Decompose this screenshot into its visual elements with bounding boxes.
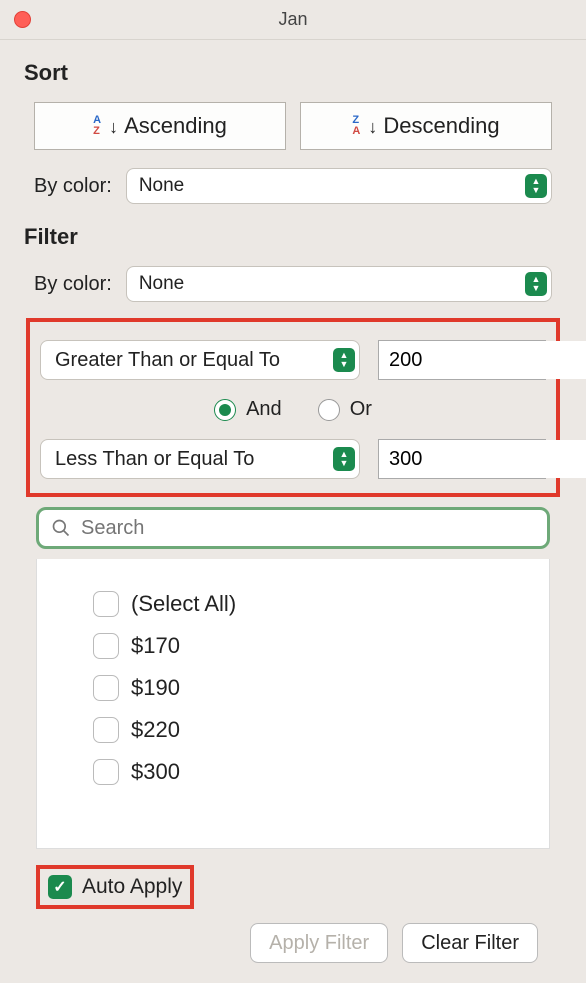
checkbox[interactable] (93, 633, 119, 659)
list-item-label: (Select All) (131, 591, 236, 617)
search-field[interactable] (36, 507, 550, 549)
filter-by-color-label: By color: (34, 273, 112, 296)
auto-apply-checkbox[interactable]: ✓ (48, 875, 72, 899)
sort-asc-label: Ascending (124, 113, 227, 139)
sort-heading: Sort (24, 60, 562, 86)
search-input[interactable] (81, 517, 535, 540)
logic-or-radio[interactable]: Or (318, 398, 372, 421)
filter-by-color-select[interactable]: None ▲▼ (126, 266, 552, 302)
chevron-up-down-icon: ▲▼ (333, 348, 355, 372)
filter-heading: Filter (24, 224, 562, 250)
list-item-label: $170 (131, 633, 180, 659)
logic-and-radio[interactable]: And (214, 398, 282, 421)
list-item[interactable]: $170 (93, 625, 535, 667)
apply-filter-button[interactable]: Apply Filter (250, 923, 388, 963)
filter-by-color-value: None (139, 273, 184, 295)
az-down-icon: AZ (93, 115, 101, 137)
criteria-value-2-combo[interactable]: ▼ (378, 439, 546, 479)
sort-by-color-label: By color: (34, 175, 112, 198)
titlebar: Jan (0, 0, 586, 40)
criteria-value-2-input[interactable] (379, 440, 586, 478)
chevron-up-down-icon: ▲▼ (525, 174, 547, 198)
radio-unselected-icon (318, 399, 340, 421)
clear-filter-button[interactable]: Clear Filter (402, 923, 538, 963)
criteria-operator-2-select[interactable]: Less Than or Equal To ▲▼ (40, 439, 360, 479)
list-item[interactable]: (Select All) (93, 583, 535, 625)
criteria-value-1-combo[interactable]: ▼ (378, 340, 546, 380)
auto-apply-label: Auto Apply (82, 875, 182, 899)
criteria-operator-1-select[interactable]: Greater Than or Equal To ▲▼ (40, 340, 360, 380)
sort-by-color-value: None (139, 175, 184, 197)
list-item[interactable]: $300 (93, 751, 535, 793)
auto-apply-highlight-box: ✓ Auto Apply (36, 865, 194, 909)
list-item-label: $220 (131, 717, 180, 743)
list-item-label: $300 (131, 759, 180, 785)
checkbox[interactable] (93, 717, 119, 743)
sort-by-color-select[interactable]: None ▲▼ (126, 168, 552, 204)
criteria-op-1-label: Greater Than or Equal To (55, 349, 280, 372)
criteria-op-2-label: Less Than or Equal To (55, 448, 254, 471)
arrow-down-icon (109, 113, 118, 139)
checkbox[interactable] (93, 591, 119, 617)
list-item[interactable]: $220 (93, 709, 535, 751)
criteria-value-1-input[interactable] (379, 341, 586, 379)
za-down-icon: ZA (352, 115, 360, 137)
close-window-button[interactable] (14, 11, 31, 28)
chevron-up-down-icon: ▲▼ (525, 272, 547, 296)
filter-values-list[interactable]: (Select All) $170 $190 $220 $300 (36, 559, 550, 849)
checkbox[interactable] (93, 675, 119, 701)
list-item[interactable]: $190 (93, 667, 535, 709)
window-title: Jan (0, 9, 586, 30)
sort-ascending-button[interactable]: AZ Ascending (34, 102, 286, 150)
checkbox[interactable] (93, 759, 119, 785)
criteria-highlight-box: Greater Than or Equal To ▲▼ ▼ And Or Les… (26, 318, 560, 497)
radio-selected-icon (214, 399, 236, 421)
arrow-down-icon (368, 113, 377, 139)
sort-desc-label: Descending (383, 113, 499, 139)
chevron-up-down-icon: ▲▼ (333, 447, 355, 471)
sort-descending-button[interactable]: ZA Descending (300, 102, 552, 150)
logic-or-label: Or (350, 398, 372, 421)
search-icon (51, 518, 71, 538)
logic-and-label: And (246, 398, 282, 421)
list-item-label: $190 (131, 675, 180, 701)
